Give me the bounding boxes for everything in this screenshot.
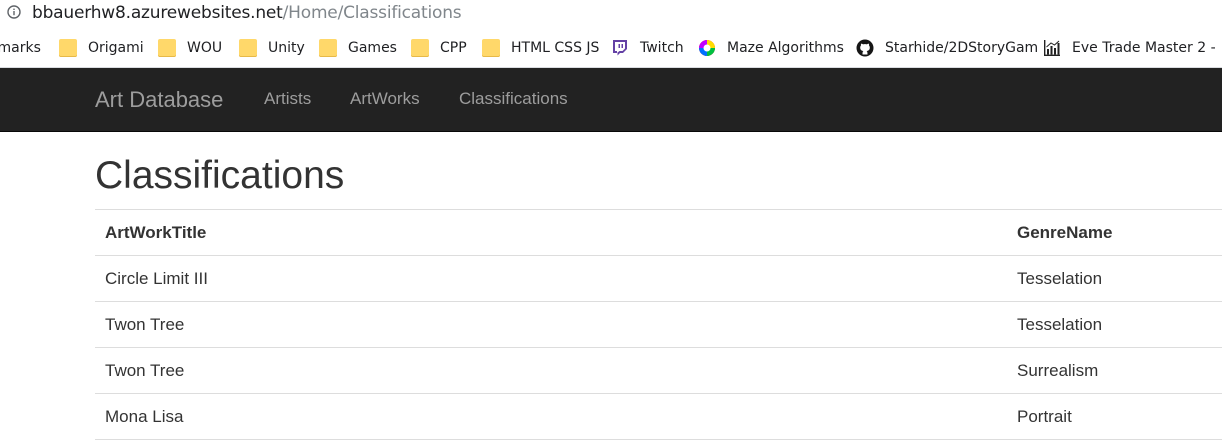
github-icon bbox=[856, 39, 874, 57]
bookmark-twitch[interactable]: Twitch bbox=[611, 38, 684, 58]
table-row: Twon Tree Surrealism bbox=[95, 347, 1222, 394]
folder-icon bbox=[482, 39, 500, 57]
bookmark-eve-trade-master[interactable]: Eve Trade Master 2 - bbox=[1043, 38, 1216, 58]
nav-link-artworks[interactable]: ArtWorks bbox=[350, 89, 420, 109]
table-row: Circle Limit III Tesselation bbox=[95, 255, 1222, 302]
table-row: Mona Lisa Portrait bbox=[95, 393, 1222, 440]
artwork-title-cell: Twon Tree bbox=[95, 347, 1007, 394]
bookmark-label: Eve Trade Master 2 - bbox=[1072, 40, 1216, 56]
bookmark-label: HTML CSS JS bbox=[511, 40, 600, 56]
navbar: Art Database Artists ArtWorks Classifica… bbox=[0, 68, 1222, 132]
table-header-row: ArtWorkTitle GenreName bbox=[95, 210, 1222, 256]
bookmark-games[interactable]: Games bbox=[319, 38, 397, 58]
address-bar[interactable]: bbauerhw8.azurewebsites.net/Home/Classif… bbox=[0, 0, 1222, 28]
folder-icon bbox=[239, 39, 257, 57]
bookmark-label: Twitch bbox=[640, 40, 684, 56]
folder-icon bbox=[319, 39, 337, 57]
url-host: bbauerhw8.azurewebsites.net bbox=[32, 3, 283, 23]
url-text[interactable]: bbauerhw8.azurewebsites.net/Home/Classif… bbox=[32, 3, 462, 23]
genre-name-cell: Tesselation bbox=[1007, 301, 1222, 348]
twitch-icon bbox=[613, 40, 627, 56]
artwork-title-cell: Twon Tree bbox=[95, 301, 1007, 348]
bookmark-label: Starhide/2DStoryGam bbox=[885, 40, 1039, 56]
genre-name-cell: Surrealism bbox=[1007, 347, 1222, 394]
bookmark-origami[interactable]: Origami bbox=[59, 38, 144, 58]
bookmark-label: Maze Algorithms bbox=[727, 40, 844, 56]
bookmark-label: tmarks bbox=[0, 40, 41, 56]
url-path: /Home/Classifications bbox=[282, 3, 462, 23]
column-header-genrename: GenreName bbox=[1007, 210, 1222, 256]
table-row: Twon Tree Tesselation bbox=[95, 301, 1222, 348]
genre-name-cell: Portrait bbox=[1007, 393, 1222, 440]
bookmark-wou[interactable]: WOU bbox=[158, 38, 222, 58]
chart-icon bbox=[1044, 40, 1060, 56]
bookmark-html-css-js[interactable]: HTML CSS JS bbox=[482, 38, 599, 58]
bookmark-label: CPP bbox=[440, 40, 467, 56]
bookmark-label: Origami bbox=[88, 40, 144, 56]
nav-link-classifications[interactable]: Classifications bbox=[459, 89, 568, 109]
info-icon[interactable] bbox=[7, 5, 21, 19]
bookmarks-bar: tmarks Origami WOU Unity Games CPP HTML … bbox=[0, 28, 1222, 68]
brand-link[interactable]: Art Database bbox=[95, 87, 223, 113]
folder-icon bbox=[158, 39, 176, 57]
bookmark-label: Unity bbox=[268, 40, 305, 56]
bookmark-maze-algorithms[interactable]: Maze Algorithms bbox=[698, 38, 844, 58]
bookmark-bookmarks[interactable]: tmarks bbox=[0, 38, 41, 58]
bookmark-label: WOU bbox=[187, 40, 223, 56]
nav-link-artists[interactable]: Artists bbox=[264, 89, 311, 109]
bookmark-label: Games bbox=[348, 40, 397, 56]
folder-icon bbox=[59, 39, 77, 57]
genre-name-cell: Tesselation bbox=[1007, 255, 1222, 302]
column-header-artworktitle: ArtWorkTitle bbox=[95, 210, 1007, 256]
folder-icon bbox=[411, 39, 429, 57]
bookmark-starhide-2dstorygame[interactable]: Starhide/2DStoryGam bbox=[856, 38, 1038, 58]
page-title: Classifications bbox=[95, 154, 345, 197]
bookmark-unity[interactable]: Unity bbox=[239, 38, 305, 58]
artwork-title-cell: Mona Lisa bbox=[95, 393, 1007, 440]
classifications-table: ArtWorkTitle GenreName Circle Limit III … bbox=[95, 210, 1222, 440]
artwork-title-cell: Circle Limit III bbox=[95, 255, 1007, 302]
bookmark-cpp[interactable]: CPP bbox=[411, 38, 467, 58]
maze-color-wheel-icon bbox=[699, 40, 715, 56]
